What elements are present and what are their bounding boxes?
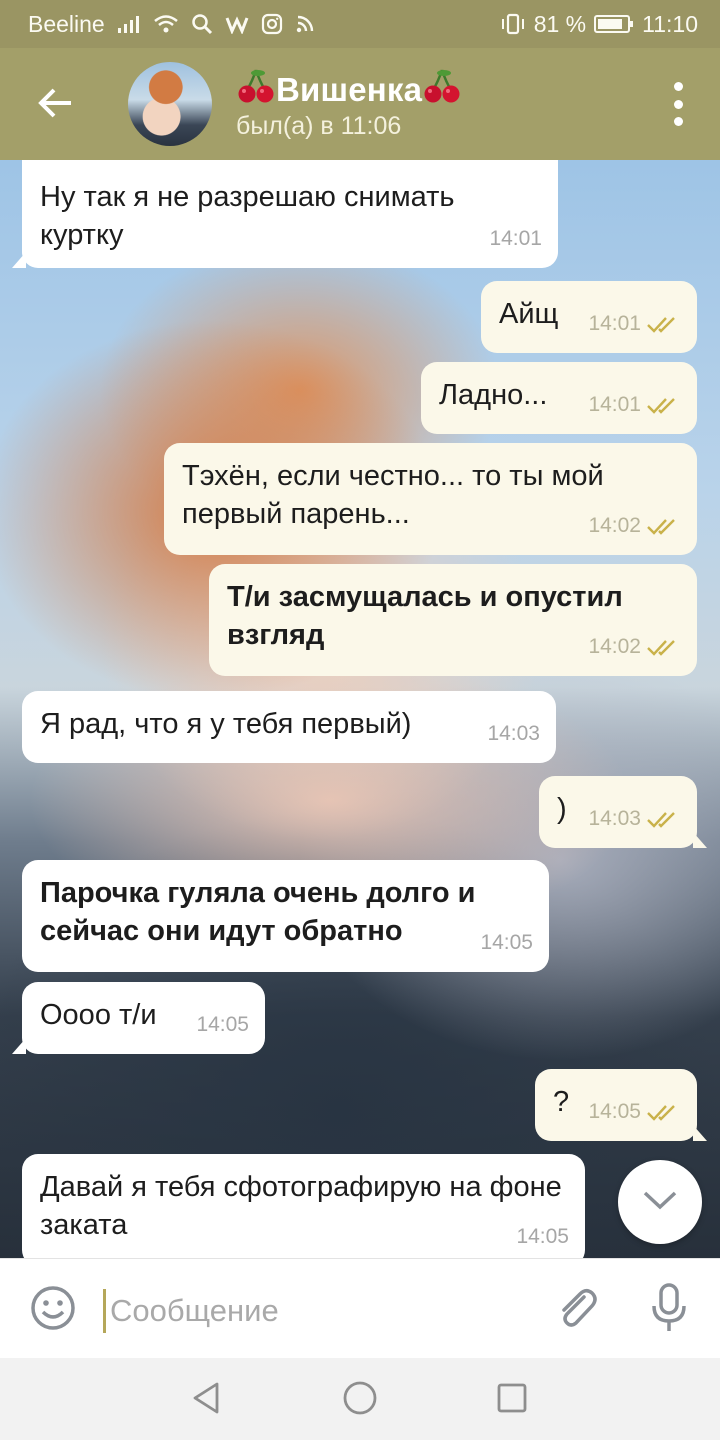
chat-messages-area[interactable]: Ну так я не разрешаю снимать куртку 14:0… — [0, 160, 720, 1258]
message-composer — [0, 1258, 720, 1359]
vibrate-icon — [500, 13, 526, 35]
microphone-icon — [649, 1282, 689, 1339]
message-bubble-outgoing[interactable]: Т/и засмущалась и опустил взгляд 14:02 — [209, 564, 697, 676]
signal-icon — [117, 14, 141, 34]
message-bubble-incoming[interactable]: Парочка гуляла очень долго и сейчас они … — [22, 860, 549, 972]
instagram-icon — [261, 13, 283, 35]
search-notification-icon — [191, 13, 213, 35]
more-vert-icon — [673, 82, 683, 91]
emoji-button[interactable] — [28, 1285, 78, 1335]
message-text: Я рад, что я у тебя первый) — [40, 708, 412, 740]
message-bubble-outgoing[interactable]: Тэхён, если честно... то ты мой первый п… — [164, 443, 697, 555]
message-time: 14:05 — [480, 931, 533, 954]
nav-home-button[interactable] — [338, 1378, 382, 1422]
clock: 11:10 — [642, 10, 698, 37]
message-bubble-incoming[interactable]: Оооо т/и 14:05 — [12, 982, 265, 1054]
double-check-icon — [647, 395, 681, 415]
smile-icon — [29, 1284, 77, 1337]
message-time: 14:05 — [588, 1100, 641, 1123]
square-recents-icon — [496, 1382, 528, 1419]
rss-icon — [295, 14, 315, 34]
double-check-icon — [647, 516, 681, 536]
double-check-icon — [647, 637, 681, 657]
wifi-icon — [153, 14, 179, 34]
message-time: 14:03 — [487, 722, 540, 745]
last-seen-status: был(а) в 11:06 — [236, 112, 402, 140]
double-check-icon — [647, 314, 681, 334]
paperclip-icon — [554, 1285, 600, 1336]
nav-recents-button[interactable] — [490, 1378, 534, 1422]
message-bubble-incoming[interactable]: Давай я тебя сфотографирую на фоне закат… — [22, 1154, 585, 1258]
attach-button[interactable] — [552, 1285, 602, 1335]
battery-percent: 81 % — [533, 10, 587, 37]
arrow-left-icon — [37, 87, 73, 124]
status-bar: Beeline 81 % 11:10 — [0, 0, 720, 48]
cherry-icon — [422, 68, 462, 112]
message-time: 14:01 — [588, 312, 641, 335]
double-check-icon — [647, 809, 681, 829]
battery-icon — [594, 14, 634, 34]
message-text: Парочка гуляла очень долго и сейчас они … — [40, 877, 476, 947]
message-time: 14:05 — [196, 1013, 249, 1036]
scroll-down-button[interactable] — [618, 1160, 702, 1244]
cherry-icon — [236, 68, 276, 112]
message-text: Давай я тебя сфотографирую на фоне закат… — [40, 1171, 562, 1241]
more-options-button[interactable] — [666, 82, 690, 126]
nav-back-button[interactable] — [184, 1378, 228, 1422]
message-bubble-outgoing[interactable]: Айщ 14:01 — [481, 281, 697, 353]
system-navigation-bar — [0, 1358, 720, 1440]
double-check-icon — [647, 1102, 681, 1122]
triangle-back-icon — [190, 1381, 222, 1420]
message-bubble-outgoing[interactable]: ) 14:03 — [539, 776, 707, 848]
message-text: Ну так я не разрешаю снимать куртку — [40, 181, 455, 251]
chevron-down-icon — [642, 1189, 678, 1216]
text-cursor — [103, 1289, 106, 1333]
message-time: 14:02 — [588, 635, 641, 658]
chat-header: Вишенка был(а) в 11:06 — [0, 48, 720, 160]
message-time: 14:03 — [588, 807, 641, 830]
microphone-button[interactable] — [644, 1282, 694, 1339]
back-button[interactable] — [28, 78, 82, 132]
message-time: 14:01 — [588, 393, 641, 416]
message-time: 14:05 — [516, 1225, 569, 1248]
message-input[interactable] — [108, 1285, 532, 1337]
message-bubble-outgoing[interactable]: ? 14:05 — [535, 1069, 707, 1141]
message-time: 14:02 — [588, 514, 641, 537]
contact-name-text: Вишенка — [276, 71, 423, 108]
message-bubble-outgoing[interactable]: Ладно... 14:01 — [421, 362, 697, 434]
message-bubble-incoming[interactable]: Я рад, что я у тебя первый) 14:03 — [22, 691, 556, 763]
carrier-label: Beeline — [28, 10, 105, 37]
circle-home-icon — [342, 1380, 378, 1421]
message-bubble-incoming[interactable]: Ну так я не разрешаю снимать куртку 14:0… — [12, 160, 558, 268]
message-time: 14:01 — [489, 227, 542, 250]
app-notification-icon — [225, 14, 249, 34]
avatar[interactable] — [128, 62, 212, 146]
contact-name[interactable]: Вишенка — [236, 68, 462, 112]
